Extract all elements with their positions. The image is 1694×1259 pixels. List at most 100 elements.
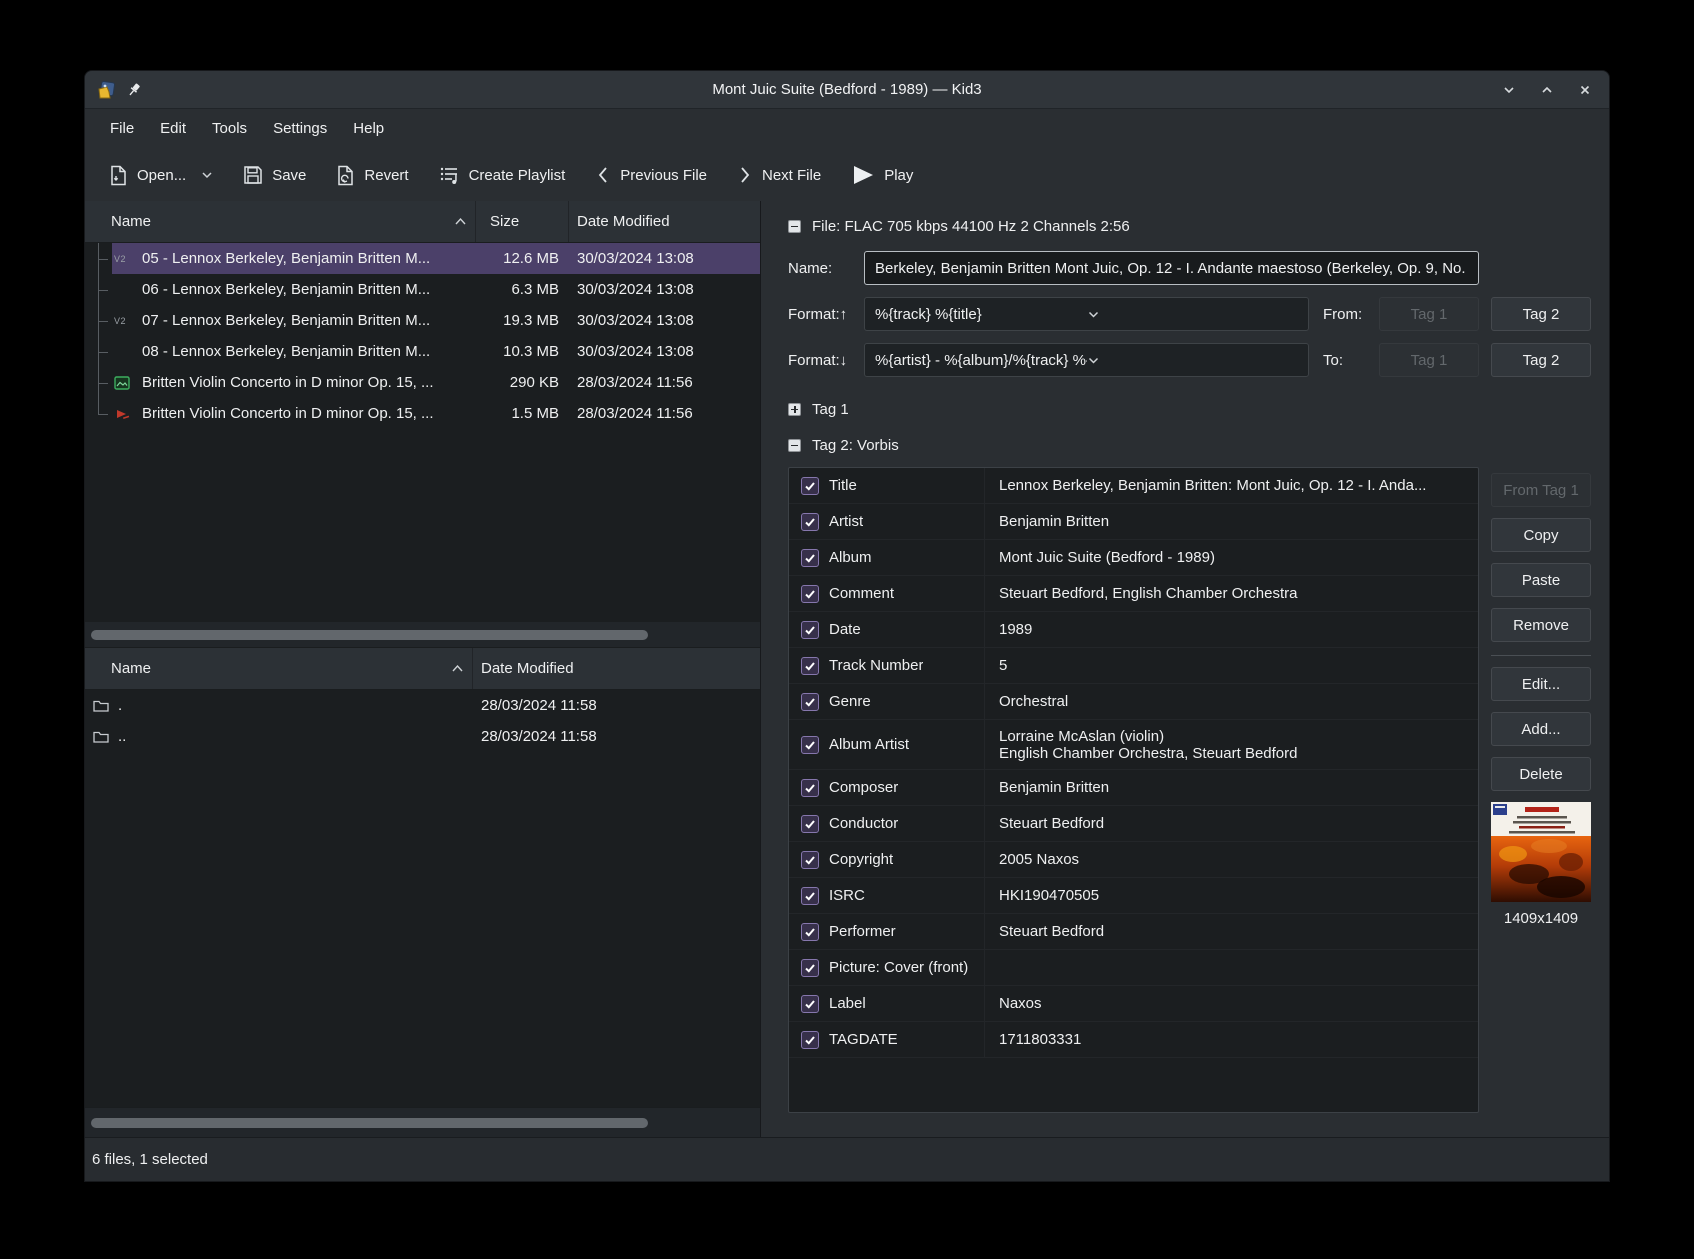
column-header-date[interactable]: Date Modified bbox=[473, 648, 760, 689]
file-name: 08 - Lennox Berkeley, Benjamin Britten M… bbox=[142, 343, 476, 360]
next-file-button[interactable]: Next File bbox=[737, 165, 821, 185]
tag-field-row: Genre Orchestral bbox=[789, 684, 1478, 720]
previous-file-button[interactable]: Previous File bbox=[595, 165, 707, 185]
file-row[interactable]: 08 - Lennox Berkeley, Benjamin Britten M… bbox=[85, 336, 760, 367]
field-checkbox[interactable] bbox=[801, 959, 819, 977]
field-checkbox[interactable] bbox=[801, 851, 819, 869]
copy-button[interactable]: Copy bbox=[1491, 518, 1591, 552]
file-row[interactable]: 06 - Lennox Berkeley, Benjamin Britten M… bbox=[85, 274, 760, 305]
directory-row[interactable]: .. 28/03/2024 11:58 bbox=[85, 721, 760, 752]
field-checkbox[interactable] bbox=[801, 585, 819, 603]
maximize-button[interactable] bbox=[1539, 82, 1555, 98]
file-name: 07 - Lennox Berkeley, Benjamin Britten M… bbox=[142, 312, 476, 329]
field-checkbox[interactable] bbox=[801, 779, 819, 797]
tag-field-row: Artist Benjamin Britten bbox=[789, 504, 1478, 540]
minimize-button[interactable] bbox=[1501, 82, 1517, 98]
field-checkbox[interactable] bbox=[801, 1031, 819, 1049]
field-value[interactable]: Lorraine McAslan (violin) English Chambe… bbox=[985, 720, 1478, 769]
directory-row[interactable]: . 28/03/2024 11:58 bbox=[85, 690, 760, 721]
window-title: Mont Juic Suite (Bedford - 1989) — Kid3 bbox=[85, 81, 1609, 98]
field-checkbox[interactable] bbox=[801, 995, 819, 1013]
save-button[interactable]: Save bbox=[243, 165, 306, 185]
filename-input[interactable] bbox=[864, 251, 1479, 285]
scrollbar-thumb[interactable] bbox=[91, 1118, 648, 1128]
field-value[interactable]: 1711803331 bbox=[985, 1022, 1478, 1057]
field-checkbox[interactable] bbox=[801, 815, 819, 833]
titlebar: Mont Juic Suite (Bedford - 1989) — Kid3 bbox=[85, 71, 1609, 109]
add-button[interactable]: Add... bbox=[1491, 712, 1591, 746]
column-header-date[interactable]: Date Modified bbox=[569, 201, 760, 242]
from-tag2-button[interactable]: Tag 2 bbox=[1491, 297, 1591, 331]
file-row[interactable]: Britten Violin Concerto in D minor Op. 1… bbox=[85, 367, 760, 398]
file-row[interactable]: V2 07 - Lennox Berkeley, Benjamin Britte… bbox=[85, 305, 760, 336]
create-playlist-button[interactable]: Create Playlist bbox=[439, 165, 566, 185]
to-tag1-button[interactable]: Tag 1 bbox=[1379, 343, 1479, 377]
menu-help[interactable]: Help bbox=[340, 109, 397, 149]
directory-name: . bbox=[118, 697, 122, 714]
tag-field-row: Copyright 2005 Naxos bbox=[789, 842, 1478, 878]
tree-branch bbox=[85, 274, 112, 305]
expand-icon[interactable] bbox=[788, 403, 801, 416]
field-checkbox[interactable] bbox=[801, 736, 819, 754]
remove-button[interactable]: Remove bbox=[1491, 608, 1591, 642]
field-value[interactable] bbox=[985, 950, 1478, 985]
column-header-name[interactable]: Name bbox=[85, 648, 473, 689]
field-value[interactable]: Steuart Bedford, English Chamber Orchest… bbox=[985, 576, 1478, 611]
column-header-size[interactable]: Size bbox=[476, 201, 569, 242]
scrollbar-thumb[interactable] bbox=[91, 630, 648, 640]
play-button[interactable]: Play bbox=[851, 164, 913, 186]
field-name: Genre bbox=[829, 693, 871, 710]
tag-field-row: Title Lennox Berkeley, Benjamin Britten:… bbox=[789, 468, 1478, 504]
album-art-thumbnail[interactable] bbox=[1491, 802, 1591, 902]
field-value[interactable]: Naxos bbox=[985, 986, 1478, 1021]
edit-button[interactable]: Edit... bbox=[1491, 667, 1591, 701]
collapse-icon[interactable] bbox=[788, 220, 801, 233]
play-icon bbox=[851, 164, 875, 186]
file-date: 30/03/2024 13:08 bbox=[569, 250, 760, 267]
field-value[interactable]: 2005 Naxos bbox=[985, 842, 1478, 877]
open-dropdown-icon[interactable] bbox=[201, 169, 213, 181]
open-button[interactable]: Open... bbox=[109, 165, 213, 186]
menu-tools[interactable]: Tools bbox=[199, 109, 260, 149]
column-header-name[interactable]: Name bbox=[85, 201, 476, 242]
panel-splitter[interactable] bbox=[761, 201, 768, 1137]
pin-icon[interactable] bbox=[127, 82, 142, 97]
collapse-icon[interactable] bbox=[788, 439, 801, 452]
field-value[interactable]: Orchestral bbox=[985, 684, 1478, 719]
chevron-down-icon bbox=[1087, 354, 1299, 367]
left-column: Name Size Date Modified bbox=[85, 201, 761, 1137]
field-value[interactable]: 1989 bbox=[985, 612, 1478, 647]
field-checkbox[interactable] bbox=[801, 693, 819, 711]
main-area: Name Size Date Modified bbox=[85, 201, 1609, 1137]
field-checkbox[interactable] bbox=[801, 513, 819, 531]
field-value[interactable]: Benjamin Britten bbox=[985, 770, 1478, 805]
field-checkbox[interactable] bbox=[801, 657, 819, 675]
format-up-combobox[interactable]: %{track} %{title} bbox=[864, 297, 1309, 331]
field-checkbox[interactable] bbox=[801, 621, 819, 639]
menu-edit[interactable]: Edit bbox=[147, 109, 199, 149]
file-row[interactable]: Britten Violin Concerto in D minor Op. 1… bbox=[85, 398, 760, 429]
field-value[interactable]: Lennox Berkeley, Benjamin Britten: Mont … bbox=[985, 468, 1478, 503]
menu-settings[interactable]: Settings bbox=[260, 109, 340, 149]
file-row[interactable]: V2 05 - Lennox Berkeley, Benjamin Britte… bbox=[85, 243, 760, 274]
to-tag2-button[interactable]: Tag 2 bbox=[1491, 343, 1591, 377]
field-checkbox[interactable] bbox=[801, 923, 819, 941]
field-value[interactable]: Benjamin Britten bbox=[985, 504, 1478, 539]
close-button[interactable] bbox=[1577, 82, 1593, 98]
from-tag1-action-button[interactable]: From Tag 1 bbox=[1491, 473, 1591, 507]
field-value[interactable]: Steuart Bedford bbox=[985, 914, 1478, 949]
field-value[interactable]: 5 bbox=[985, 648, 1478, 683]
field-checkbox[interactable] bbox=[801, 887, 819, 905]
field-value[interactable]: Steuart Bedford bbox=[985, 806, 1478, 841]
field-checkbox[interactable] bbox=[801, 477, 819, 495]
paste-button[interactable]: Paste bbox=[1491, 563, 1591, 597]
field-value[interactable]: HKI190470505 bbox=[985, 878, 1478, 913]
field-value[interactable]: Mont Juic Suite (Bedford - 1989) bbox=[985, 540, 1478, 575]
menu-file[interactable]: File bbox=[97, 109, 147, 149]
revert-button[interactable]: Revert bbox=[336, 165, 408, 186]
delete-button[interactable]: Delete bbox=[1491, 757, 1591, 791]
field-checkbox[interactable] bbox=[801, 549, 819, 567]
from-tag1-button[interactable]: Tag 1 bbox=[1379, 297, 1479, 331]
format-down-combobox[interactable]: %{artist} - %{album}/%{track} %{title} bbox=[864, 343, 1309, 377]
create-playlist-label: Create Playlist bbox=[469, 167, 566, 184]
